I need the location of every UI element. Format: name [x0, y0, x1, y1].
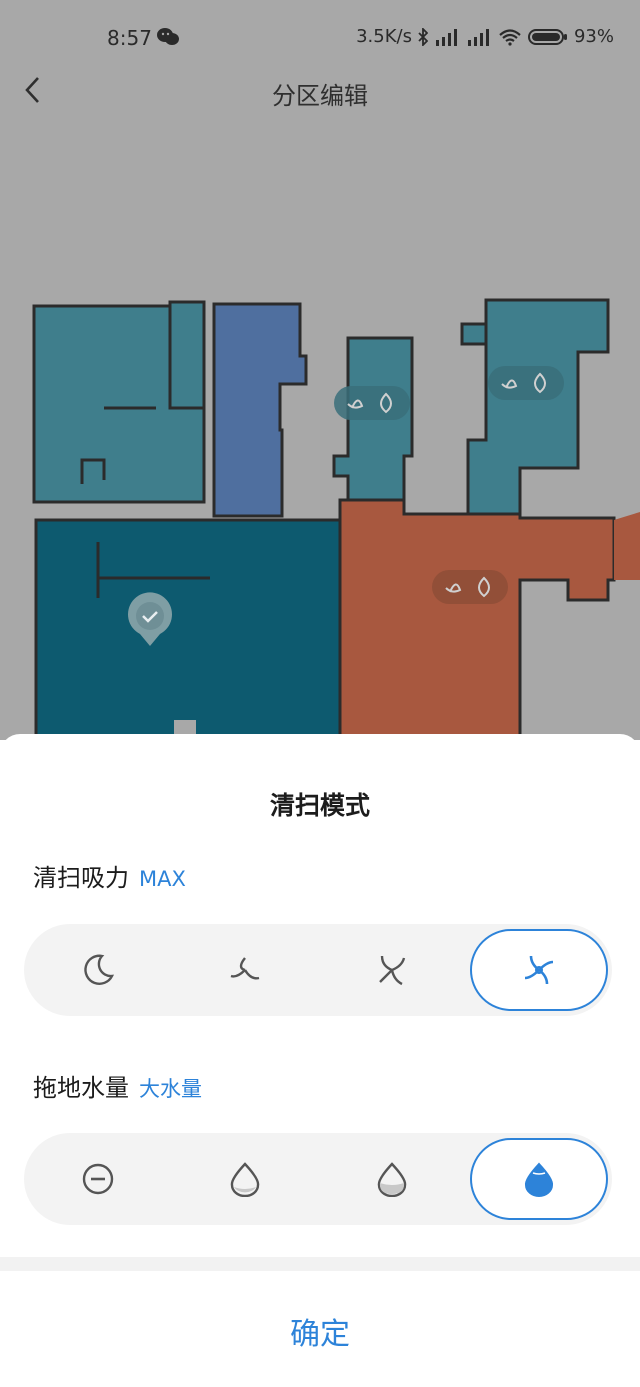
suction-option-quiet[interactable]	[24, 924, 171, 1016]
water-value: 大水量	[139, 1077, 202, 1101]
confirm-button[interactable]: 确定	[0, 1294, 640, 1368]
fan-water-badge	[334, 386, 410, 420]
suction-section-label: 清扫吸力 MAX	[33, 858, 186, 893]
divider	[0, 1257, 640, 1271]
fan-max-icon	[524, 955, 554, 985]
room-top-left[interactable]	[32, 300, 206, 504]
moon-quiet-icon	[83, 954, 114, 985]
suction-option-strong[interactable]	[318, 924, 465, 1016]
water-option-high[interactable]	[470, 1138, 608, 1220]
battery-percent: 93%	[573, 26, 614, 47]
water-selector	[24, 1133, 612, 1225]
water-section-label: 拖地水量 大水量	[33, 1068, 202, 1103]
status-bar: 8:57 3.5K/s 93%	[0, 0, 640, 74]
suction-option-standard[interactable]	[171, 924, 318, 1016]
battery-icon	[527, 28, 568, 46]
room-top-right[interactable]	[460, 298, 610, 516]
suction-selector	[24, 924, 612, 1016]
signal-hd-icon	[434, 28, 460, 46]
fan-water-badge	[432, 570, 508, 604]
fan-water-badge	[488, 366, 564, 400]
status-indicators: 3.5K/s 93%	[356, 26, 614, 47]
drop-medium-icon	[377, 1162, 406, 1197]
water-option-medium[interactable]	[318, 1133, 465, 1225]
suction-value: MAX	[139, 867, 186, 891]
sheet-title: 清扫模式	[269, 791, 370, 820]
bluetooth-icon	[418, 27, 428, 46]
page-title: 分区编辑	[272, 82, 368, 110]
fan-strong-icon	[378, 955, 405, 986]
room-orange[interactable]	[338, 498, 640, 738]
room-selected[interactable]	[34, 518, 342, 738]
signal-hd-icon	[466, 28, 492, 46]
fan-standard-icon	[230, 957, 259, 980]
water-label: 拖地水量	[33, 1074, 129, 1102]
status-time: 8:57	[107, 26, 152, 50]
map-area: 8:57 3.5K/s 93% 分区编辑	[0, 0, 640, 740]
network-speed: 3.5K/s	[356, 26, 412, 47]
water-option-low[interactable]	[171, 1133, 318, 1225]
wechat-icon	[157, 27, 179, 51]
wifi-icon	[498, 28, 522, 46]
drop-low-icon	[230, 1162, 259, 1197]
cleaning-mode-sheet: 清扫模式 清扫吸力 MAX 拖地水量 大水量 确定	[0, 734, 640, 1387]
water-off-icon	[82, 1163, 113, 1195]
water-option-off[interactable]	[24, 1133, 171, 1225]
suction-label: 清扫吸力	[33, 864, 129, 892]
room-blue[interactable]	[212, 302, 308, 518]
drop-high-icon	[524, 1162, 554, 1197]
suction-option-max[interactable]	[470, 929, 608, 1011]
floor-map	[32, 298, 640, 738]
